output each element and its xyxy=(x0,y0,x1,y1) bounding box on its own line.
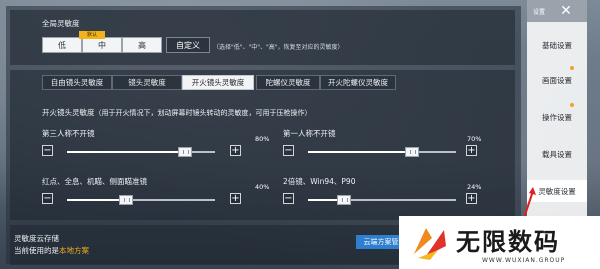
slider-track[interactable] xyxy=(308,147,456,157)
slider-label: 红点、全息、机瞄、侧面瞄准镜 xyxy=(42,177,147,186)
slider-thumb[interactable] xyxy=(119,195,134,205)
increase-button[interactable]: + xyxy=(466,145,477,156)
slider-percent: 24% xyxy=(467,183,482,191)
slider-label: 2倍镜、Win94、P90 xyxy=(283,177,356,186)
slider-percent: 40% xyxy=(255,183,270,191)
preset-hint: （选择"低"、"中"、"高"，恢复至对应的灵敏度） xyxy=(213,44,344,51)
cloud-storage-title: 灵敏度云存储 xyxy=(14,234,59,243)
notification-dot xyxy=(570,103,574,107)
watermark-url: WWW.WUXIAN.GROUP xyxy=(482,257,566,264)
cloud-current-line: 当前使用的是本地方案 xyxy=(14,245,89,256)
section-title-text: 开火镜头灵敏度 xyxy=(42,108,95,117)
section-hint: （用于开火情况下，划动屏幕时镜头转动的灵敏度，可用于压枪操作） xyxy=(94,109,312,117)
sidebar-item-graphics[interactable]: 画面设置 xyxy=(527,69,587,91)
slider-track[interactable] xyxy=(67,147,215,157)
slider-track[interactable] xyxy=(67,195,215,205)
increase-button[interactable]: + xyxy=(230,145,241,156)
tab-gyroscope[interactable]: 陀螺仪灵敏度 xyxy=(256,75,320,90)
sidebar-item-vehicle[interactable]: 载具设置 xyxy=(527,143,587,165)
section-title: 开火镜头灵敏度（用于开火情况下，划动屏幕时镜头转动的灵敏度，可用于压枪操作） xyxy=(42,107,312,118)
slider-thumb[interactable] xyxy=(336,195,351,205)
slider-fill xyxy=(67,199,127,201)
slider-percent: 80% xyxy=(255,135,270,143)
cloud-current-value: 本地方案 xyxy=(59,246,89,255)
decrease-button[interactable]: − xyxy=(42,193,53,204)
tab-fire-gyroscope[interactable]: 开火陀螺仪灵敏度 xyxy=(320,75,396,90)
sidebar-item-controls[interactable]: 操作设置 xyxy=(527,106,587,128)
increase-button[interactable]: + xyxy=(466,193,477,204)
slider-percent: 70% xyxy=(467,135,482,143)
slider-label: 第一人称不开镜 xyxy=(283,129,336,138)
slider-thumb[interactable] xyxy=(178,147,193,157)
default-badge: 默认 xyxy=(79,31,105,39)
tab-free-camera[interactable]: 自由镜头灵敏度 xyxy=(42,75,112,90)
preset-custom-button[interactable]: 自定义 xyxy=(166,37,210,53)
sidebar-title: 设置 xyxy=(533,9,546,16)
close-icon[interactable]: ✕ xyxy=(558,3,574,19)
slider-label: 第三人称不开镜 xyxy=(42,129,95,138)
slider-fill xyxy=(67,151,186,153)
preset-high-button[interactable]: 高 xyxy=(122,37,162,53)
decrease-button[interactable]: − xyxy=(283,193,294,204)
slider-fill xyxy=(308,151,412,153)
increase-button[interactable]: + xyxy=(230,193,241,204)
decrease-button[interactable]: − xyxy=(283,145,294,156)
watermark-name: 无限数码 xyxy=(456,228,560,256)
preset-medium-button[interactable]: 中 xyxy=(82,37,122,53)
sidebar-item-basic[interactable]: 基础设置 xyxy=(527,34,587,56)
notification-dot xyxy=(570,66,574,70)
tab-fire-camera[interactable]: 开火镜头灵敏度 xyxy=(182,75,254,90)
sensitivity-detail-section xyxy=(10,70,515,220)
global-sensitivity-title: 全局灵敏度 xyxy=(42,19,80,28)
slider-thumb[interactable] xyxy=(404,147,419,157)
tab-camera[interactable]: 镜头灵敏度 xyxy=(112,75,182,90)
watermark-logo-icon xyxy=(414,228,446,260)
decrease-button[interactable]: − xyxy=(42,145,53,156)
cloud-current-prefix: 当前使用的是 xyxy=(14,246,59,255)
preset-low-button[interactable]: 低 xyxy=(42,37,82,53)
slider-track[interactable] xyxy=(308,195,456,205)
